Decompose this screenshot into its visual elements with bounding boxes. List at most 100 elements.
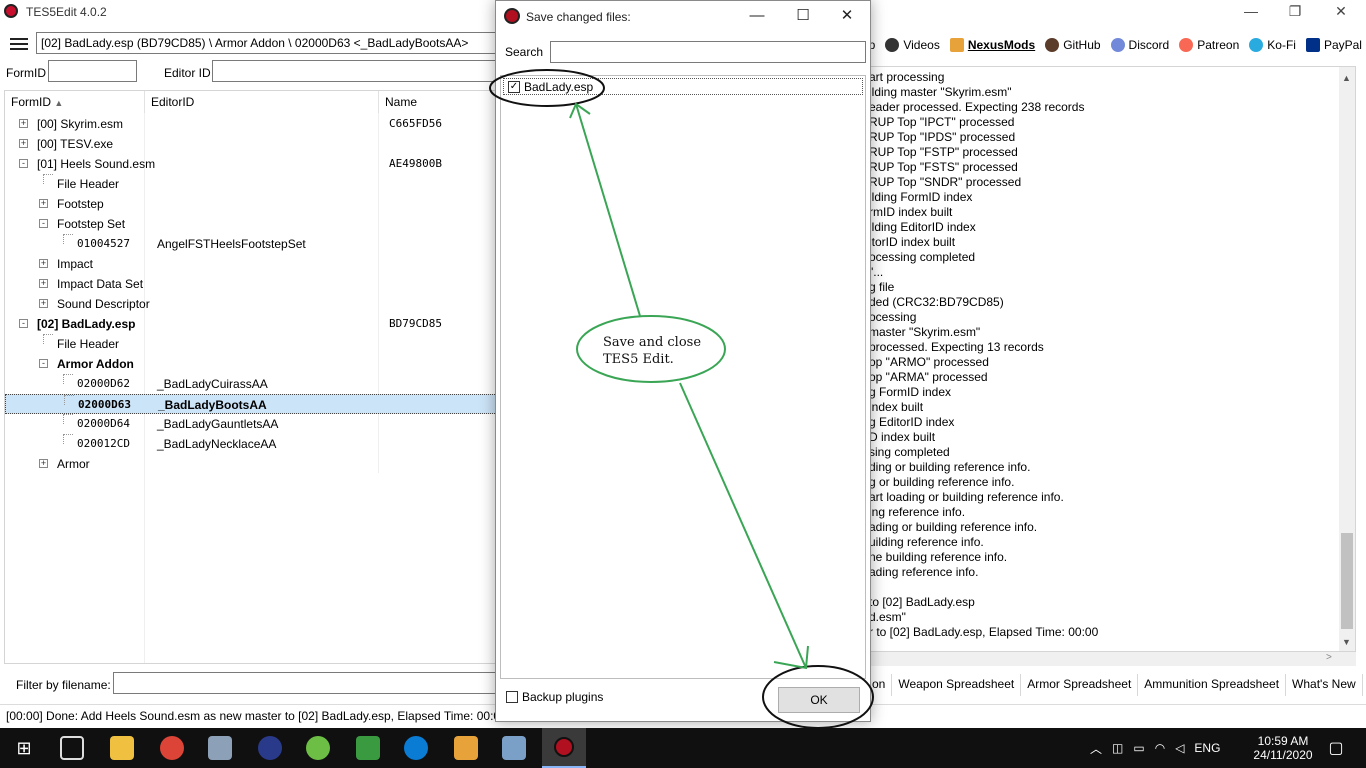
log-scroll-thumb[interactable] [1341,533,1353,629]
tree-row[interactable]: - [01] Heels Sound.esm AE49800B [5,154,499,174]
vortex-icon[interactable] [454,736,478,760]
tree-row[interactable]: + Impact [5,254,499,274]
photos-icon[interactable] [208,736,232,760]
task-view-icon[interactable] [60,736,84,760]
paypal-link[interactable]: PayPal [1305,38,1362,52]
paint-icon[interactable] [502,736,526,760]
tab-weapon-spreadsheet[interactable]: Weapon Spreadsheet [892,674,1022,696]
expand-icon[interactable]: + [19,139,28,148]
tree-row-name: BD79CD85 [389,317,442,330]
expand-icon[interactable]: + [39,279,48,288]
tree-row-label: Armor [57,457,90,471]
dialog-search-input[interactable] [550,41,866,63]
formid-input[interactable] [48,60,137,82]
tes5edit-taskbar-button[interactable] [542,728,586,768]
backup-plugins-checkbox[interactable] [506,691,518,703]
tray-network-icon[interactable]: ◫ [1112,741,1123,755]
tree-row[interactable]: 02000D63 _BadLadyBootsAA [5,394,499,414]
view-tabs: on Weapon Spreadsheet Armor Spreadsheet … [866,674,1363,696]
tree-row[interactable]: - Armor Addon [5,354,499,374]
edge-icon[interactable] [404,736,428,760]
ok-button[interactable]: OK [778,687,860,713]
expand-icon[interactable]: + [39,459,48,468]
file-explorer-icon[interactable] [110,736,134,760]
file-list-item[interactable]: ✓ BadLady.esp [503,78,863,95]
dialog-close-button[interactable]: ✕ [824,3,870,31]
close-button[interactable]: ✕ [1318,0,1364,24]
kofi-link[interactable]: Ko-Fi [1249,38,1296,52]
videos-link[interactable]: Videos [885,38,940,52]
collapse-icon[interactable]: - [19,159,28,168]
collapse-icon[interactable]: - [39,219,48,228]
tree-row[interactable]: 02000D64 _BadLadyGauntletsAA [5,414,499,434]
filter-filename-input[interactable] [113,672,501,694]
editorid-input[interactable] [212,60,500,82]
log-scrollbar[interactable]: ▲ ▼ [1339,67,1355,651]
scroll-right-icon[interactable]: > [1326,652,1332,663]
expand-icon[interactable]: + [39,199,48,208]
log-line: ilding EditorID index [869,220,976,234]
tree-row[interactable]: + [00] TESV.exe [5,134,499,154]
log-hscrollbar[interactable]: > [866,652,1356,666]
log-line: g FormID index [869,385,952,399]
tree-row[interactable]: 02000D62 _BadLadyCuirassAA [5,374,499,394]
column-header-name[interactable]: Name [379,91,499,113]
tree-row-label: [01] Heels Sound.esm [37,157,156,171]
dialog-maximize-button[interactable]: ☐ [780,3,826,31]
tree-row-label: 020012CD [77,437,130,450]
column-header-editorid[interactable]: EditorID [145,91,379,113]
tree-row[interactable]: + [00] Skyrim.esm C665FD56 [5,114,499,134]
app-green-icon[interactable] [306,736,330,760]
menu-icon[interactable] [10,38,28,50]
scroll-down-icon[interactable]: ▼ [1342,637,1351,647]
app-globe-icon[interactable] [356,736,380,760]
tree-row[interactable]: - Footstep Set [5,214,499,234]
record-path-field[interactable]: [02] BadLady.esp (BD79CD85) \ Armor Addo… [36,32,506,54]
log-line: to [02] BadLady.esp [869,595,975,609]
tree-row[interactable]: File Header [5,174,499,194]
dialog-title: Save changed files: [526,10,631,24]
notifications-icon[interactable]: ▢ [1324,728,1348,768]
patreon-link[interactable]: Patreon [1179,38,1239,52]
tray-battery-icon[interactable]: ▭ [1133,741,1144,755]
tree-row[interactable]: + Impact Data Set [5,274,499,294]
clock[interactable]: 10:59 AM 24/11/2020 [1250,728,1316,768]
tree-row[interactable]: 020012CD _BadLadyNecklaceAA [5,434,499,454]
file-checkbox[interactable]: ✓ [508,81,520,93]
tree-row[interactable]: + Footstep [5,194,499,214]
expand-icon[interactable]: + [39,259,48,268]
discord-link[interactable]: Discord [1110,38,1169,52]
tree-row[interactable]: - [02] BadLady.esp BD79CD85 [5,314,499,334]
tab-ammunition-spreadsheet[interactable]: Ammunition Spreadsheet [1138,674,1287,696]
tray-chevron-icon[interactable]: ︿ [1090,740,1102,757]
tree-row-label: [00] Skyrim.esm [37,117,124,131]
tree-row-editorid: _BadLadyNecklaceAA [157,437,277,451]
collapse-icon[interactable]: - [19,319,28,328]
log-line: ilding FormID index [869,190,973,204]
language-indicator[interactable]: ENG [1194,741,1220,755]
tree-row[interactable]: File Header [5,334,499,354]
start-icon[interactable]: ⊞ [12,736,36,760]
formid-label: FormID [6,66,46,80]
expand-icon[interactable]: + [19,119,28,128]
github-link[interactable]: GitHub [1045,38,1101,52]
tree-row-editorid: _BadLadyBootsAA [158,398,267,412]
collapse-icon[interactable]: - [39,359,48,368]
scroll-up-icon[interactable]: ▲ [1342,73,1351,83]
chrome-icon[interactable] [160,736,184,760]
nexusmods-link[interactable]: NexusMods [949,38,1035,52]
tab-armor-spreadsheet[interactable]: Armor Spreadsheet [1021,674,1139,696]
column-header-formid[interactable]: FormID ▲ [5,91,145,113]
minimize-button[interactable]: — [1228,0,1274,24]
tab-whats-new[interactable]: What's New [1286,674,1363,696]
restore-button[interactable]: ❐ [1272,0,1318,24]
tree-row[interactable]: + Armor [5,454,499,474]
dialog-minimize-button[interactable]: — [734,3,780,31]
tray-volume-icon[interactable]: ◁ [1175,741,1184,755]
expand-icon[interactable]: + [39,299,48,308]
tree-row[interactable]: 01004527 AngelFSTHeelsFootstepSet [5,234,499,254]
tree-row-label: 02000D62 [77,377,130,390]
tree-row[interactable]: + Sound Descriptor [5,294,499,314]
tray-wifi-icon[interactable]: ◠ [1155,741,1165,755]
app-blue-icon[interactable] [258,736,282,760]
